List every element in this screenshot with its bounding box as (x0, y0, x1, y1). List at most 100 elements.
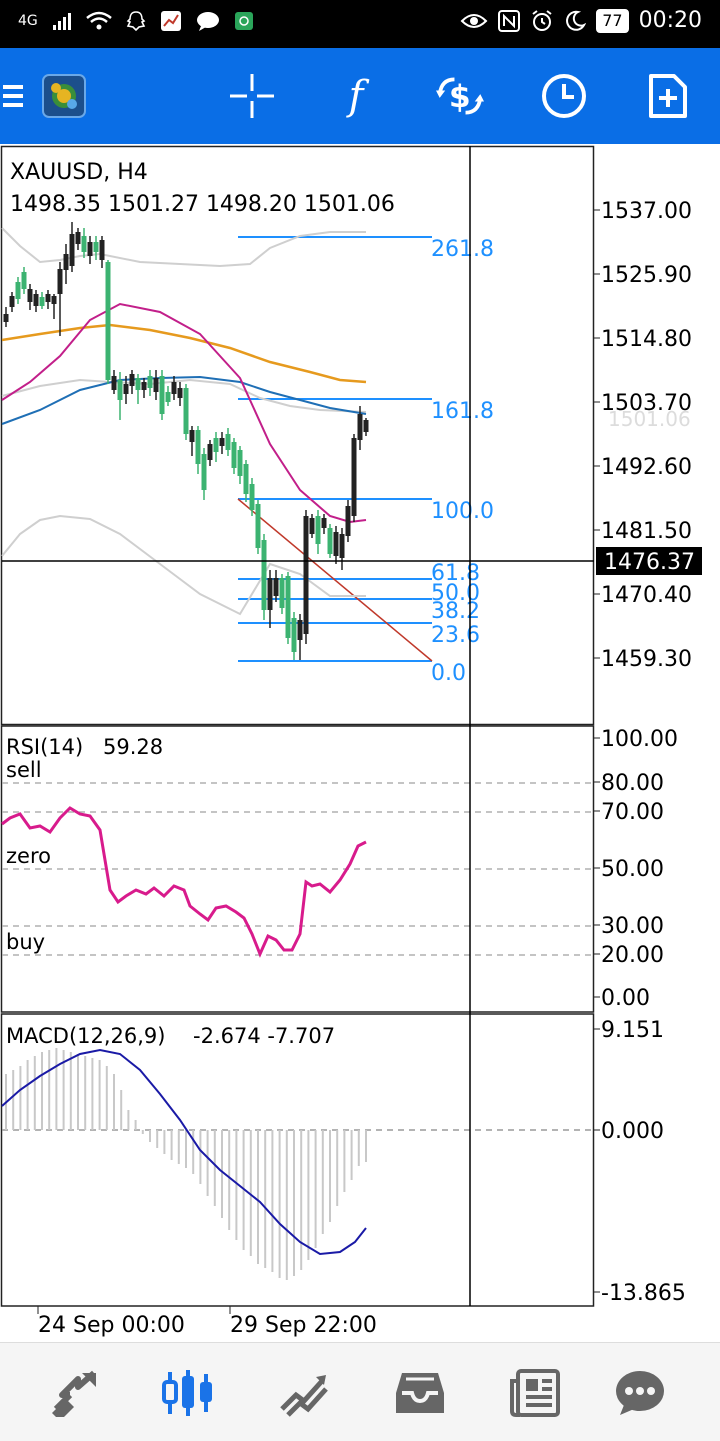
clock: 00:20 (638, 8, 702, 33)
moon-icon (566, 10, 587, 31)
current-price-label: 1476.37 (604, 550, 695, 575)
nav-history[interactable] (392, 1365, 448, 1421)
candle-body (195, 430, 201, 464)
macd-axis-label: 0.000 (601, 1119, 664, 1144)
price-axis-label: 1537.00 (601, 199, 692, 224)
candle-body (183, 388, 189, 434)
candle-body (171, 382, 177, 394)
ohlc-label: 1498.35 1501.27 1498.20 1501.06 (10, 192, 395, 217)
candle-body (255, 504, 261, 548)
rsi-zero-label: zero (6, 844, 51, 868)
candle-body (165, 392, 171, 402)
candle-body (3, 314, 9, 322)
crosshair-button[interactable] (228, 72, 276, 120)
moving-average-orange (1, 323, 367, 384)
candle-body (87, 242, 93, 256)
news-icon (510, 1369, 560, 1417)
candle-body (333, 532, 339, 556)
candle-body (237, 450, 243, 476)
candle-body (261, 540, 267, 610)
candle-body (243, 464, 249, 494)
rsi-axis-label: 50.00 (601, 857, 664, 882)
price-axis-label: 1492.60 (601, 455, 692, 480)
last-price-ghost: 1501.06 (608, 407, 691, 431)
nav-news[interactable] (506, 1365, 562, 1421)
candle-body (219, 438, 225, 446)
candle-body (93, 242, 99, 252)
candle-body (135, 378, 141, 390)
menu-button[interactable] (0, 72, 28, 120)
new-order-button[interactable] (644, 72, 692, 120)
candle-body (309, 518, 315, 534)
message-icon (196, 12, 219, 31)
trade-button[interactable]: $ (436, 72, 484, 120)
price-axis-label: 1514.80 (601, 327, 692, 352)
candle-body (69, 234, 75, 266)
timeframe-button[interactable] (540, 72, 588, 120)
menu-icon (3, 85, 23, 107)
indicators-button[interactable]: f (332, 72, 380, 120)
candle-body (177, 388, 183, 398)
nav-trade[interactable] (276, 1365, 332, 1421)
candle-body (351, 438, 357, 516)
bollinger-upper-line (1, 227, 366, 268)
candle-body (57, 269, 63, 294)
candle-body (201, 454, 207, 490)
candle-body (75, 232, 81, 244)
trade-icon: $ (436, 77, 484, 115)
candle-body (249, 484, 255, 510)
candle-body (285, 576, 291, 638)
rsi-axis-label: 20.00 (601, 943, 664, 968)
candle-body (63, 254, 69, 270)
nav-chart[interactable] (160, 1365, 216, 1421)
trade-chart-icon (280, 1375, 328, 1417)
alarm-icon (532, 9, 552, 31)
rsi-value: 59.28 (103, 735, 163, 759)
rsi-axis-label: 80.00 (601, 771, 664, 796)
candle-body (321, 518, 327, 528)
macd-axis-label: -13.865 (601, 1281, 686, 1306)
fib-level-label: 23.6 (431, 623, 480, 648)
time-label-1: 24 Sep 00:00 (38, 1313, 185, 1338)
status-bar: 4G 77 00:20 (0, 0, 720, 48)
macd-values: -2.674 -7.707 (193, 1024, 335, 1048)
candle-body (363, 420, 369, 432)
rsi-buy-label: buy (6, 930, 45, 954)
history-inbox-icon (396, 1373, 444, 1413)
crosshair-icon (230, 74, 274, 118)
top-toolbar: f $ (0, 48, 720, 144)
candle-body (225, 434, 231, 450)
nav-chat[interactable] (612, 1365, 668, 1421)
fib-level-label: 161.8 (431, 399, 494, 424)
eye-icon (460, 13, 488, 28)
chart-area[interactable]: 1537.00 1525.90 1514.80 1503.70 1492.60 1481.… (0, 144, 720, 1342)
wifi-icon (85, 11, 112, 30)
candle-body (297, 620, 303, 640)
svg-text:$: $ (449, 79, 471, 115)
candle-body (357, 414, 363, 440)
candle-body (51, 296, 57, 304)
rsi-axis-label: 100.00 (601, 727, 678, 752)
app-logo-button[interactable] (40, 72, 88, 120)
clock-icon (542, 74, 586, 118)
chart-canvas[interactable]: 1537.001525.901514.801503.701492.601481.… (0, 144, 720, 1342)
wechat-icon (234, 12, 253, 30)
candle-body (111, 376, 117, 390)
chart-candles-icon (162, 1370, 212, 1416)
snapchat-icon (126, 11, 146, 32)
candle-body (339, 534, 345, 558)
candle-body (189, 430, 195, 442)
price-axis-label: 1525.90 (601, 263, 692, 288)
candle-body (129, 374, 135, 386)
price-axis-label: 1459.30 (601, 647, 692, 672)
candle-body (15, 282, 21, 299)
candle-body (159, 376, 165, 414)
fib-level-label: 100.0 (431, 499, 494, 524)
candle-body (213, 438, 219, 452)
candle-body (27, 289, 33, 302)
candle-body (267, 578, 273, 610)
candle-body (33, 294, 39, 306)
quotes-icon (52, 1370, 96, 1417)
candle-body (153, 378, 159, 392)
nav-quotes[interactable] (46, 1365, 102, 1421)
